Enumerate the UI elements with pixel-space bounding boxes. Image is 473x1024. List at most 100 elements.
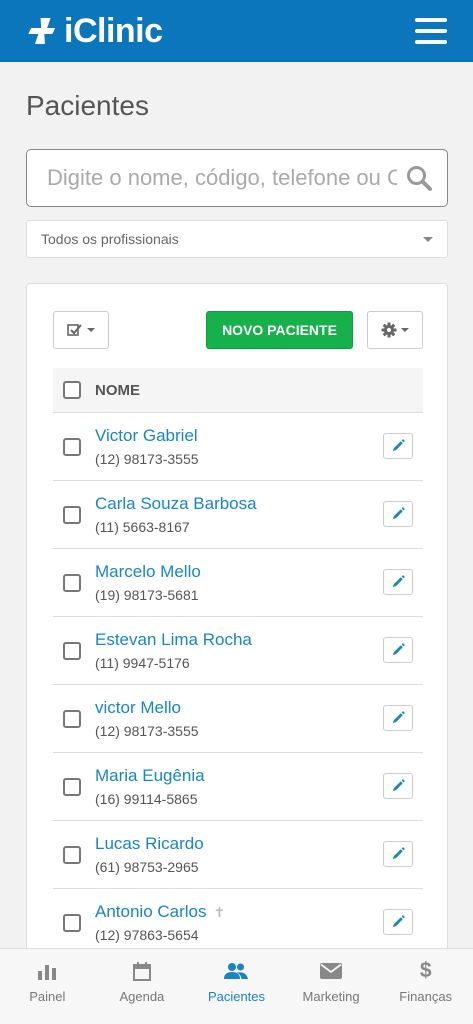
- table-header: NOME: [53, 368, 423, 413]
- pencil-icon: [391, 439, 405, 453]
- menu-icon[interactable]: [415, 18, 447, 44]
- pencil-icon: [391, 507, 405, 521]
- row-checkbox[interactable]: [63, 505, 81, 524]
- patient-phone: (11) 9947-5176: [95, 655, 190, 671]
- patient-info: Maria Eugênia (16) 99114-5865: [95, 766, 205, 807]
- edit-button[interactable]: [383, 841, 413, 867]
- nav-tab-finan-as[interactable]: $ Finanças: [378, 949, 473, 1024]
- nav-tab-label: Painel: [29, 989, 66, 1004]
- row-checkbox[interactable]: [63, 573, 81, 592]
- row-checkbox[interactable]: [63, 845, 81, 864]
- patient-info: Lucas Ricardo (61) 98753-2965: [95, 834, 204, 875]
- patients-card: NOVO PACIENTE NOME Victor Gabriel (12) 9…: [26, 283, 448, 948]
- patient-name-link[interactable]: Antonio Carlos ✝: [95, 902, 225, 922]
- patient-name-link[interactable]: Estevan Lima Rocha: [95, 630, 252, 650]
- bar-chart-icon: [37, 961, 57, 981]
- patients-list: Victor Gabriel (12) 98173-3555 Carla Souza…: [53, 413, 423, 948]
- bulk-select-button[interactable]: [53, 311, 109, 349]
- table-row: Maria Eugênia (16) 99114-5865: [53, 753, 423, 821]
- patient-phone: (19) 98173-5681: [95, 587, 199, 603]
- edit-button[interactable]: [383, 433, 413, 459]
- nav-tab-label: Agenda: [119, 989, 165, 1004]
- patient-name: Carla Souza Barbosa: [95, 494, 257, 513]
- professional-filter-value: Todos os profissionais: [41, 231, 179, 247]
- pencil-icon: [391, 575, 405, 589]
- table-row: victor Mello (12) 98173-3555: [53, 685, 423, 753]
- table-row: Antonio Carlos ✝ (12) 97863-5654: [53, 889, 423, 948]
- patient-phone: (12) 98173-3555: [95, 451, 199, 467]
- chevron-down-icon: [87, 328, 95, 332]
- brand-name: iClinic: [64, 11, 163, 50]
- edit-button[interactable]: [383, 773, 413, 799]
- pencil-icon: [391, 915, 405, 929]
- iclinic-logo-icon: [28, 18, 56, 44]
- nav-tab-painel[interactable]: Painel: [0, 949, 95, 1024]
- settings-dropdown-button[interactable]: [367, 311, 423, 349]
- search-icon[interactable]: [405, 164, 433, 192]
- patient-name-link[interactable]: Maria Eugênia: [95, 766, 205, 786]
- chevron-down-icon: [401, 328, 409, 332]
- select-all-checkbox[interactable]: [63, 381, 81, 399]
- row-checkbox[interactable]: [63, 913, 81, 932]
- patient-name: Victor Gabriel: [95, 426, 198, 445]
- nav-tab-marketing[interactable]: Marketing: [284, 949, 379, 1024]
- nav-tab-label: Marketing: [302, 989, 360, 1004]
- nav-tab-label: Pacientes: [207, 989, 266, 1004]
- cross-icon: ✝: [213, 903, 226, 920]
- chevron-down-icon: [423, 236, 433, 242]
- row-checkbox[interactable]: [63, 709, 81, 728]
- table-row: Marcelo Mello (19) 98173-5681: [53, 549, 423, 617]
- bottom-nav: Painel Agenda Pacientes Marketing $ Finanças: [0, 948, 473, 1024]
- envelope-icon: [320, 961, 343, 981]
- patient-info: Victor Gabriel (12) 98173-3555: [95, 426, 199, 467]
- patient-info: victor Mello (12) 98173-3555: [95, 698, 199, 739]
- patient-name: Maria Eugênia: [95, 766, 205, 785]
- patient-info: Carla Souza Barbosa (11) 5663-8167: [95, 494, 257, 535]
- nav-tab-pacientes[interactable]: Pacientes: [189, 949, 284, 1024]
- patient-name: victor Mello: [95, 698, 181, 717]
- patient-phone: (11) 5663-8167: [95, 519, 190, 535]
- patient-name-link[interactable]: Lucas Ricardo: [95, 834, 204, 854]
- patient-name: Lucas Ricardo: [95, 834, 204, 853]
- main-content: Pacientes Todos os profissionais NOVO PA…: [0, 62, 473, 948]
- pencil-icon: [391, 847, 405, 861]
- professional-filter-select[interactable]: Todos os profissionais: [26, 220, 448, 258]
- checkbox-check-icon: [67, 324, 82, 336]
- patient-name-link[interactable]: Marcelo Mello: [95, 562, 201, 582]
- patient-info: Marcelo Mello (19) 98173-5681: [95, 562, 201, 603]
- patient-name: Antonio Carlos: [95, 902, 207, 921]
- gear-icon: [381, 322, 397, 338]
- edit-button[interactable]: [383, 569, 413, 595]
- row-checkbox[interactable]: [63, 437, 81, 456]
- pencil-icon: [391, 643, 405, 657]
- patient-name-link[interactable]: victor Mello: [95, 698, 199, 718]
- calendar-icon: [132, 961, 151, 981]
- edit-button[interactable]: [383, 705, 413, 731]
- table-row: Carla Souza Barbosa (11) 5663-8167: [53, 481, 423, 549]
- edit-button[interactable]: [383, 501, 413, 527]
- patient-phone: (16) 99114-5865: [95, 791, 198, 807]
- edit-button[interactable]: [383, 637, 413, 663]
- dollar-icon: $: [419, 959, 432, 982]
- new-patient-button[interactable]: NOVO PACIENTE: [206, 311, 353, 349]
- edit-button[interactable]: [383, 909, 413, 935]
- column-header-name: NOME: [95, 381, 140, 399]
- pencil-icon: [391, 779, 405, 793]
- patient-name-link[interactable]: Victor Gabriel: [95, 426, 199, 446]
- table-row: Lucas Ricardo (61) 98753-2965: [53, 821, 423, 889]
- nav-tab-agenda[interactable]: Agenda: [95, 949, 190, 1024]
- patient-name: Marcelo Mello: [95, 562, 201, 581]
- row-checkbox[interactable]: [63, 641, 81, 660]
- pencil-icon: [391, 711, 405, 725]
- patient-info: Estevan Lima Rocha (11) 9947-5176: [95, 630, 252, 671]
- patient-name-link[interactable]: Carla Souza Barbosa: [95, 494, 257, 514]
- logo[interactable]: iClinic: [26, 12, 163, 51]
- table-row: Estevan Lima Rocha (11) 9947-5176: [53, 617, 423, 685]
- search-input[interactable]: [47, 165, 397, 191]
- row-checkbox[interactable]: [63, 777, 81, 796]
- search-box: [26, 149, 448, 207]
- users-icon: [224, 961, 249, 981]
- page-title: Pacientes: [26, 90, 149, 121]
- patients-table: NOME Victor Gabriel (12) 98173-3555 Carla …: [53, 368, 423, 948]
- patient-phone: (12) 97863-5654: [95, 927, 199, 943]
